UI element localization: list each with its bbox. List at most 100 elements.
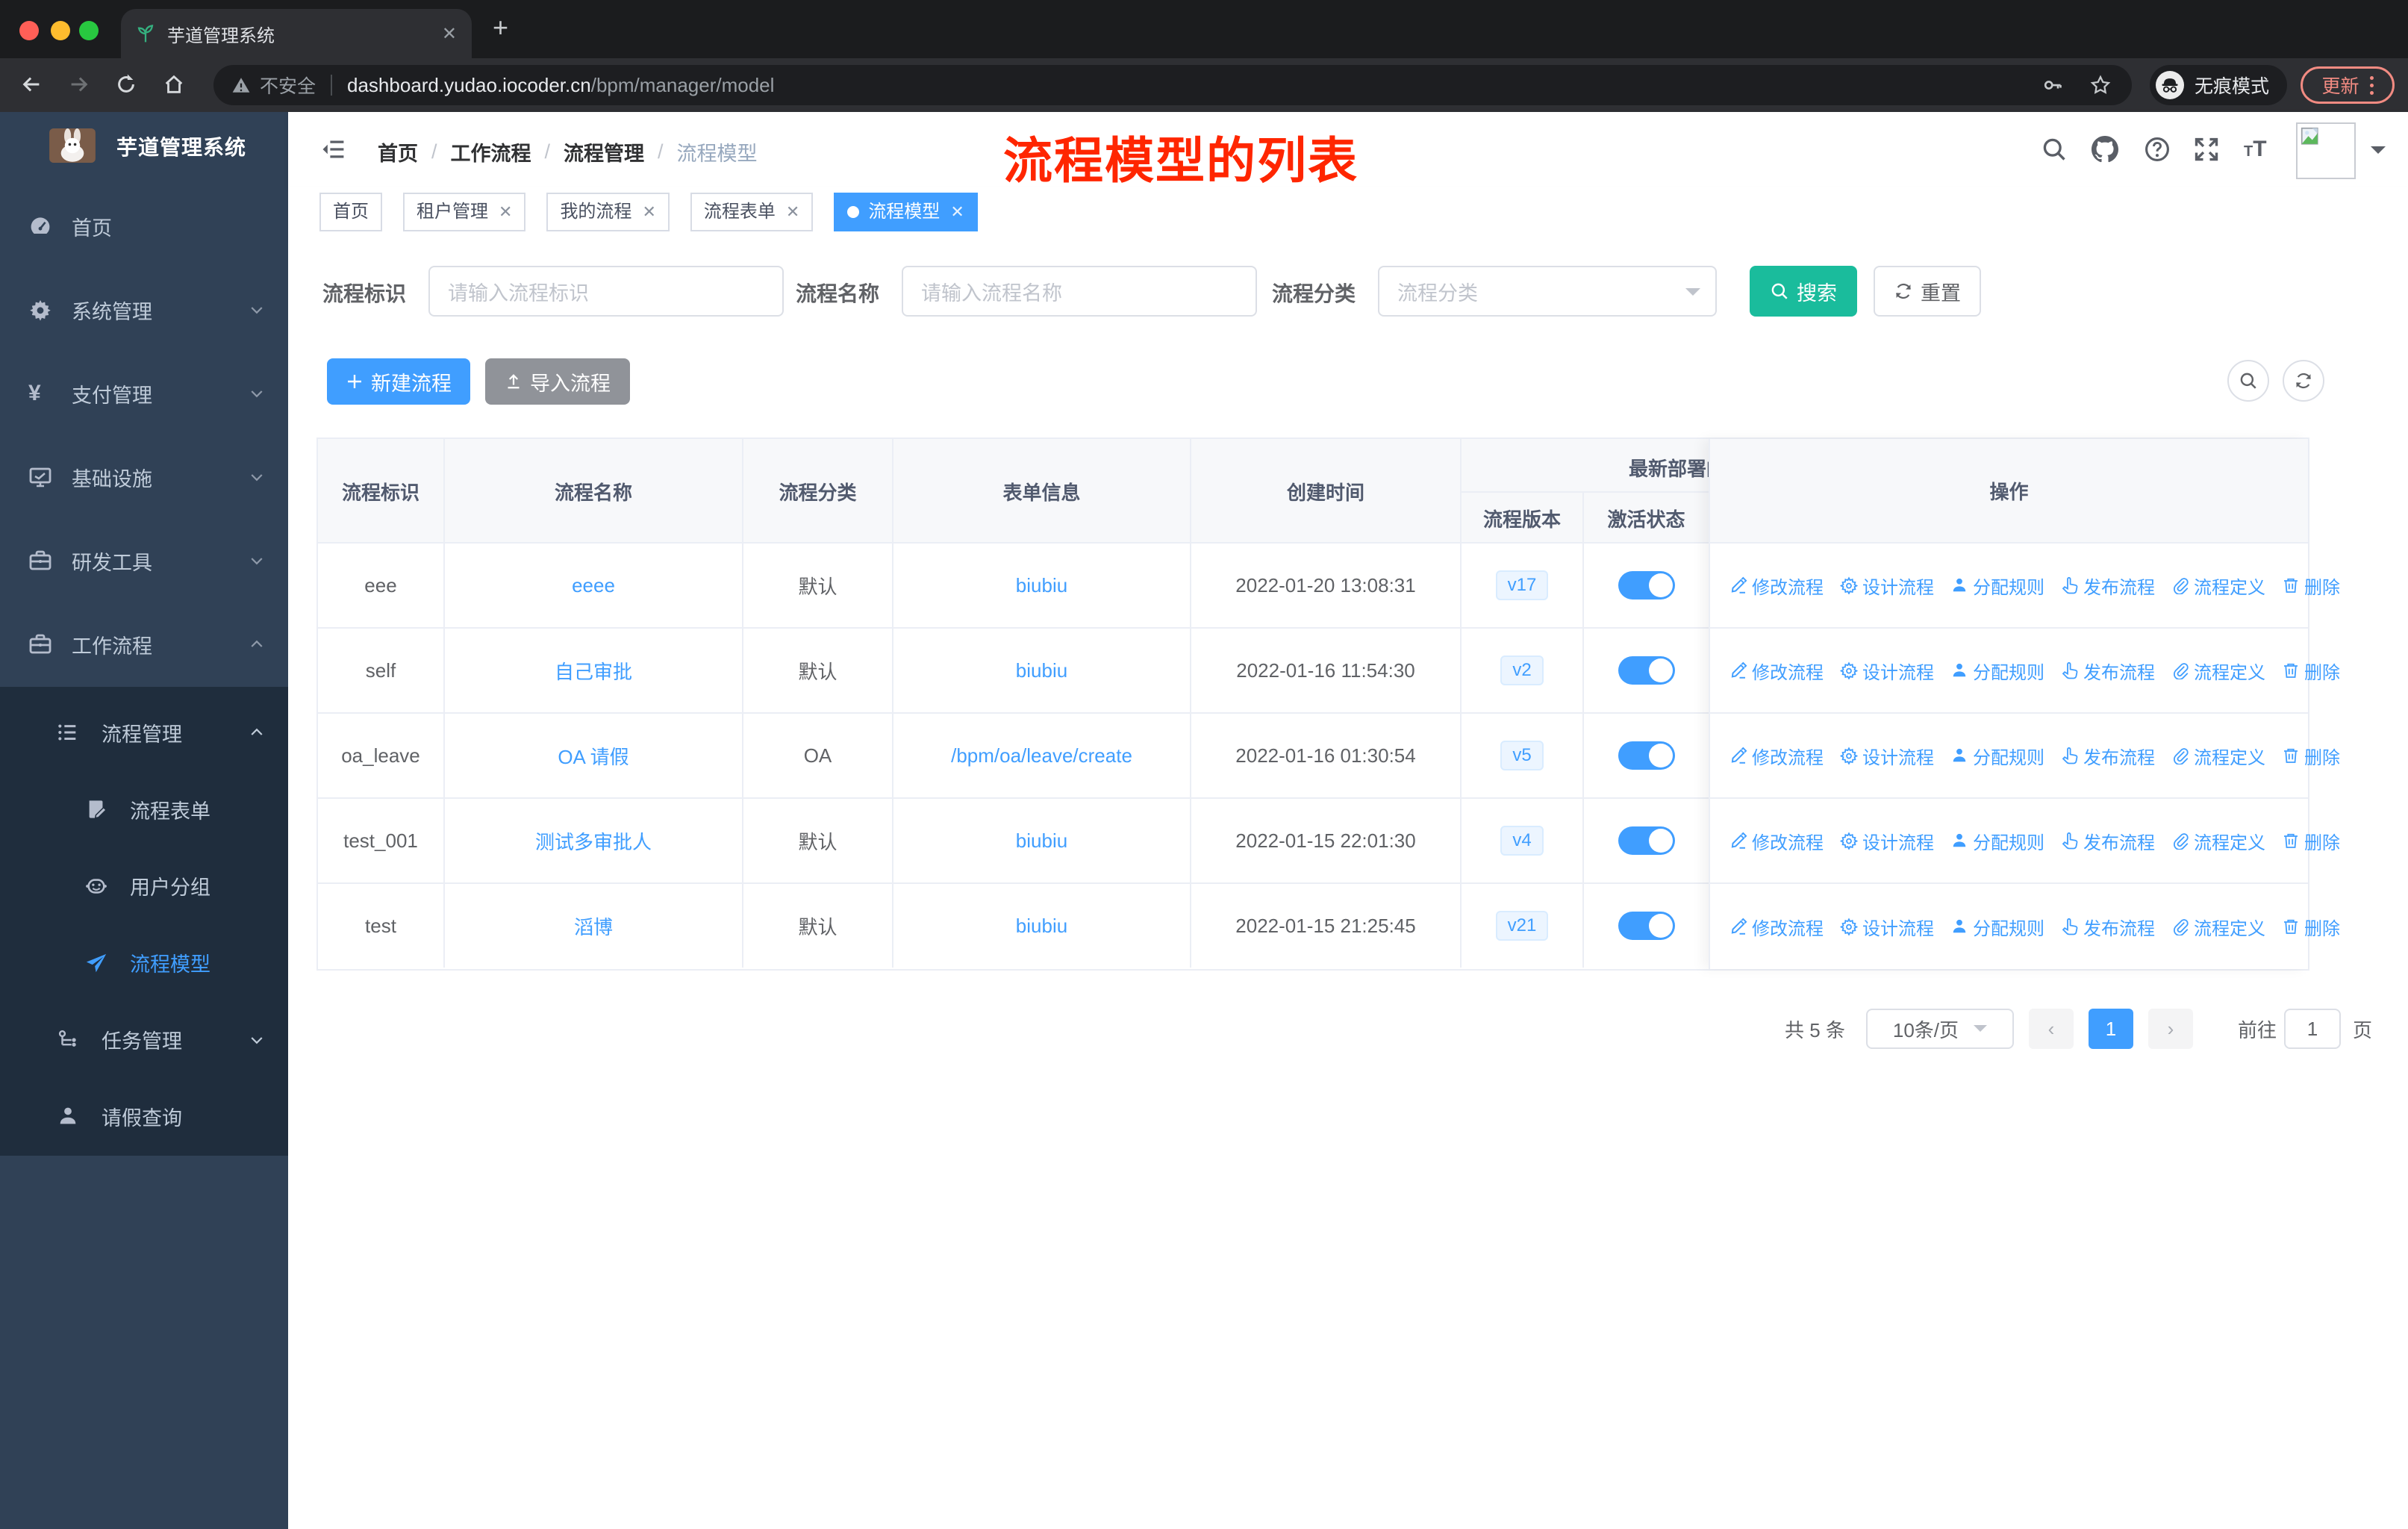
publish-process-link[interactable]: 发布流程 (2061, 914, 2155, 940)
breadcrumb-home[interactable]: 首页 (378, 137, 418, 166)
fullscreen-icon[interactable] (2193, 136, 2220, 163)
help-icon[interactable] (2144, 136, 2171, 163)
edit-process-link[interactable]: 修改流程 (1729, 914, 1824, 940)
sidebar-item-leave-query[interactable]: 请假查询 (0, 1078, 288, 1155)
design-process-link[interactable]: 设计流程 (1840, 573, 1934, 599)
tag-close-icon[interactable]: ✕ (499, 194, 512, 230)
cell-process-name-link[interactable]: eeee (445, 544, 743, 627)
design-process-link[interactable]: 设计流程 (1840, 658, 1934, 684)
sidebar-item-home[interactable]: 首页 (0, 184, 288, 268)
publish-process-link[interactable]: 发布流程 (2061, 658, 2155, 684)
design-process-link[interactable]: 设计流程 (1840, 914, 1934, 940)
tag-close-icon[interactable]: ✕ (950, 194, 964, 230)
activation-toggle[interactable] (1618, 741, 1675, 770)
header-search-icon[interactable] (2041, 136, 2068, 163)
sidebar-item-process-model[interactable]: 流程模型 (0, 924, 288, 1001)
cell-process-name-link[interactable]: 滔博 (445, 884, 743, 968)
browser-tab[interactable]: 芋道管理系统 ✕ (121, 9, 472, 58)
sidebar-item-user-group[interactable]: 用户分组 (0, 848, 288, 925)
activation-toggle[interactable] (1618, 656, 1675, 685)
process-name-input[interactable]: 请输入流程名称 (902, 266, 1257, 317)
import-process-button[interactable]: 导入流程 (485, 358, 630, 405)
delete-link[interactable]: 删除 (2282, 743, 2340, 769)
cell-form-link[interactable]: biubiu (893, 629, 1191, 712)
sidebar-collapse-icon[interactable] (319, 136, 346, 163)
assign-rule-link[interactable]: 分配规则 (1950, 914, 2044, 940)
page-1-button[interactable]: 1 (2088, 1009, 2133, 1049)
delete-link[interactable]: 删除 (2282, 573, 2340, 599)
github-icon[interactable] (2092, 136, 2118, 163)
process-key-input[interactable]: 请输入流程标识 (428, 266, 784, 317)
search-button[interactable]: 搜索 (1750, 266, 1857, 317)
font-size-icon[interactable]: TT (2244, 134, 2267, 162)
delete-link[interactable]: 删除 (2282, 914, 2340, 940)
avatar[interactable] (2296, 122, 2356, 179)
avatar-caret-down-icon[interactable] (2371, 146, 2386, 161)
mac-close-button[interactable] (19, 21, 39, 40)
cell-form-link[interactable]: biubiu (893, 799, 1191, 882)
process-definition-link[interactable]: 流程定义 (2171, 743, 2265, 769)
breadcrumb-process-mgmt[interactable]: 流程管理 (564, 137, 644, 166)
show-search-toggle-button[interactable] (2227, 360, 2269, 402)
sidebar-item-devtool[interactable]: 研发工具 (0, 519, 288, 602)
design-process-link[interactable]: 设计流程 (1840, 743, 1934, 769)
process-definition-link[interactable]: 流程定义 (2171, 658, 2265, 684)
mac-minimize-button[interactable] (51, 21, 70, 40)
edit-process-link[interactable]: 修改流程 (1729, 743, 1824, 769)
address-bar[interactable]: 不安全 dashboard.yudao.iocoder.cn/bpm/manag… (213, 65, 2132, 105)
sidebar-item-infra[interactable]: 基础设施 (0, 435, 288, 519)
prev-page-button[interactable]: ‹ (2028, 1009, 2074, 1049)
chrome-update-button[interactable]: 更新 (2301, 66, 2395, 104)
tag-close-icon[interactable]: ✕ (786, 194, 799, 230)
home-icon[interactable] (163, 73, 185, 96)
edit-process-link[interactable]: 修改流程 (1729, 828, 1824, 854)
cell-process-name-link[interactable]: 测试多审批人 (445, 799, 743, 882)
refresh-table-button[interactable] (2283, 360, 2324, 402)
reload-icon[interactable] (115, 73, 137, 96)
edit-process-link[interactable]: 修改流程 (1729, 658, 1824, 684)
delete-link[interactable]: 删除 (2282, 828, 2340, 854)
process-category-select[interactable]: 流程分类 (1378, 266, 1717, 317)
publish-process-link[interactable]: 发布流程 (2061, 828, 2155, 854)
version-badge[interactable]: v2 (1500, 655, 1544, 685)
new-tab-button[interactable]: + (493, 12, 508, 43)
activation-toggle[interactable] (1618, 912, 1675, 940)
forward-icon[interactable] (67, 73, 90, 96)
tag-process-model-active[interactable]: 流程模型 ✕ (834, 193, 978, 231)
version-badge[interactable]: v5 (1500, 741, 1544, 770)
assign-rule-link[interactable]: 分配规则 (1950, 828, 2044, 854)
create-process-button[interactable]: 新建流程 (327, 358, 470, 405)
tag-home[interactable]: 首页 (319, 193, 382, 231)
password-key-icon[interactable] (2042, 75, 2063, 96)
cell-form-link[interactable]: biubiu (893, 544, 1191, 627)
bookmark-star-icon[interactable] (2090, 75, 2111, 96)
sidebar-item-process-form[interactable]: 流程表单 (0, 771, 288, 848)
next-page-button[interactable]: › (2147, 1009, 2193, 1049)
back-icon[interactable] (21, 73, 43, 96)
sidebar-item-pay[interactable]: ¥ 支付管理 (0, 352, 288, 435)
cell-form-link[interactable]: biubiu (893, 884, 1191, 968)
process-definition-link[interactable]: 流程定义 (2171, 573, 2265, 599)
activation-toggle[interactable] (1618, 826, 1675, 855)
version-badge[interactable]: v17 (1495, 570, 1549, 600)
assign-rule-link[interactable]: 分配规则 (1950, 573, 2044, 599)
security-label[interactable]: 不安全 (260, 72, 316, 99)
delete-link[interactable]: 删除 (2282, 658, 2340, 684)
tag-my-process[interactable]: 我的流程 ✕ (546, 193, 670, 231)
cell-process-name-link[interactable]: OA 请假 (445, 714, 743, 797)
mac-zoom-button[interactable] (79, 21, 99, 40)
sidebar-item-workflow[interactable]: 工作流程 (0, 602, 288, 686)
sidebar-item-task-mgmt[interactable]: 任务管理 (0, 1001, 288, 1078)
process-definition-link[interactable]: 流程定义 (2171, 914, 2265, 940)
tag-process-form[interactable]: 流程表单 ✕ (690, 193, 814, 231)
process-definition-link[interactable]: 流程定义 (2171, 828, 2265, 854)
version-badge[interactable]: v21 (1495, 911, 1549, 941)
breadcrumb-workflow[interactable]: 工作流程 (451, 137, 531, 166)
publish-process-link[interactable]: 发布流程 (2061, 743, 2155, 769)
browser-menu-icon[interactable] (2369, 75, 2374, 95)
tag-close-icon[interactable]: ✕ (642, 194, 655, 230)
assign-rule-link[interactable]: 分配规则 (1950, 743, 2044, 769)
sidebar-item-system[interactable]: 系统管理 (0, 268, 288, 352)
activation-toggle[interactable] (1618, 571, 1675, 600)
design-process-link[interactable]: 设计流程 (1840, 828, 1934, 854)
